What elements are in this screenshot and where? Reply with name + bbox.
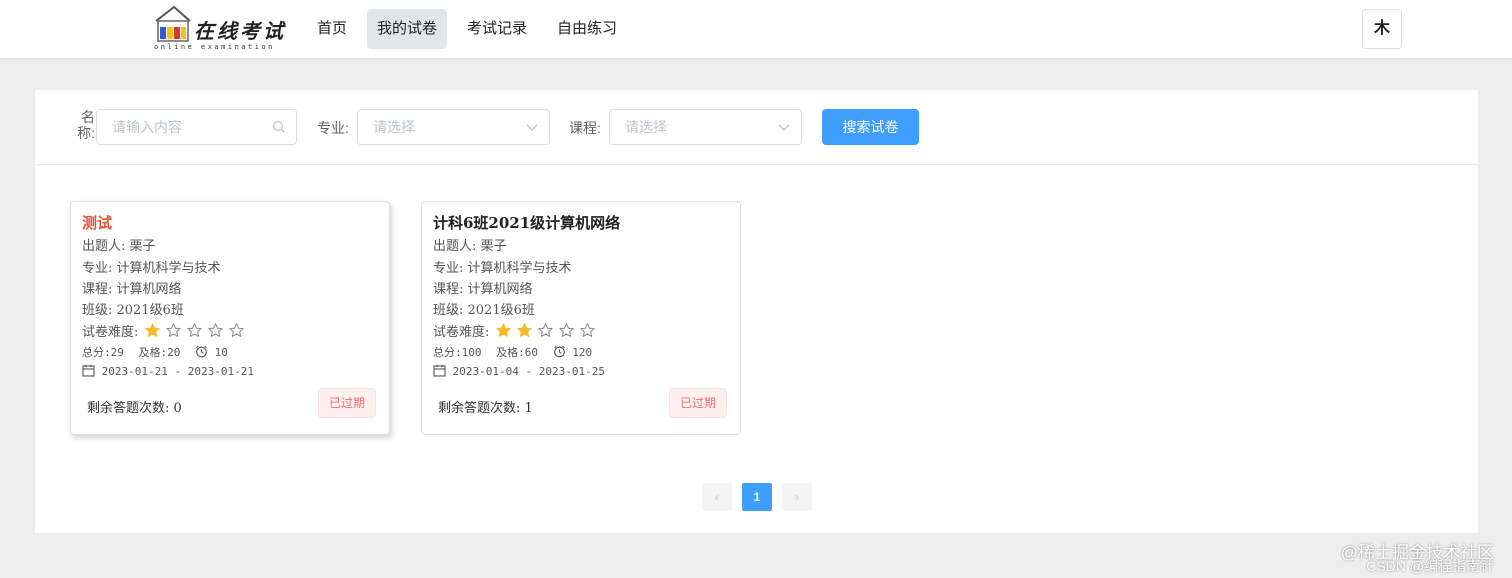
paper-card[interactable]: 测试 出题人: 栗子 专业: 计算机科学与技术 课程: 计算机网络 班级: 20… xyxy=(70,201,390,435)
main-panel: 名称: 请输入内容 专业: 请选择 课程: 请选择 搜索试卷 测试 出题人: 栗… xyxy=(35,90,1478,533)
paper-title[interactable]: 计科6班2021级计算机网络 xyxy=(433,212,620,233)
paper-class: 班级: 2021级6班 xyxy=(82,303,184,318)
nav-exam-records[interactable]: 考试记录 xyxy=(457,9,537,49)
paper-date-range: 2023-01-04 - 2023-01-25 xyxy=(433,364,605,378)
logo-subtitle: online examination xyxy=(154,43,275,51)
alarm-clock-icon xyxy=(196,345,207,358)
name-placeholder: 请输入内容 xyxy=(112,119,182,135)
logo-title: 在线考试 xyxy=(194,19,286,43)
paper-course: 课程: 计算机网络 xyxy=(82,282,182,297)
star-filled-icon xyxy=(144,323,160,337)
paper-course: 课程: 计算机网络 xyxy=(433,282,533,297)
name-label: 名称: xyxy=(77,109,95,141)
star-outline-icon xyxy=(228,323,244,337)
main-nav: 首页 我的试卷 考试记录 自由练习 xyxy=(307,9,637,49)
watermark-line2: CSDN @编程指南针 xyxy=(1366,558,1494,574)
paper-difficulty: 试卷难度: xyxy=(82,321,250,340)
calendar-icon xyxy=(433,364,446,377)
pass-score: 及格:20 xyxy=(138,346,181,359)
major-select[interactable]: 请选择 xyxy=(357,109,550,145)
nav-home[interactable]: 首页 xyxy=(307,9,357,49)
star-outline-icon xyxy=(207,323,223,337)
logo-house-icon xyxy=(155,5,191,42)
status-badge: 已过期 xyxy=(669,388,727,418)
site-logo[interactable]: 在线考试 online examination xyxy=(152,5,297,53)
next-page-button[interactable]: › xyxy=(782,483,812,511)
prev-page-button[interactable]: ‹ xyxy=(702,483,732,511)
paper-score-info: 总分:29 及格:20 10 xyxy=(82,344,228,360)
star-outline-icon xyxy=(186,323,202,337)
difficulty-label: 试卷难度: xyxy=(433,325,490,340)
major-placeholder: 请选择 xyxy=(373,119,415,135)
remaining-attempts: 剩余答题次数: 1 xyxy=(438,401,533,416)
paper-author: 出题人: 栗子 xyxy=(433,239,507,254)
chevron-down-icon xyxy=(526,124,538,131)
alarm-clock-icon xyxy=(553,345,565,358)
page-number-1[interactable]: 1 xyxy=(742,483,772,511)
star-outline-icon xyxy=(165,323,181,337)
major-label: 专业: xyxy=(317,120,349,136)
paper-date-range: 2023-01-21 - 2023-01-21 xyxy=(82,364,254,378)
difficulty-rating xyxy=(144,323,250,338)
star-outline-icon xyxy=(558,323,574,337)
pass-score: 及格:60 xyxy=(496,346,538,359)
paper-major: 专业: 计算机科学与技术 xyxy=(82,261,221,276)
user-avatar[interactable]: 木 xyxy=(1362,9,1402,49)
nav-my-papers[interactable]: 我的试卷 xyxy=(367,9,448,49)
paper-score-info: 总分:100 及格:60 120 xyxy=(433,344,592,360)
duration: 10 xyxy=(214,346,228,359)
top-header: 在线考试 online examination 首页 我的试卷 考试记录 自由练… xyxy=(0,0,1512,58)
duration: 120 xyxy=(572,346,593,359)
course-label: 课程: xyxy=(569,120,601,136)
star-outline-icon xyxy=(537,323,553,337)
course-placeholder: 请选择 xyxy=(625,119,667,135)
paper-major: 专业: 计算机科学与技术 xyxy=(433,261,572,276)
paper-author: 出题人: 栗子 xyxy=(82,239,156,254)
name-search-input[interactable]: 请输入内容 xyxy=(96,109,297,145)
paper-title[interactable]: 测试 xyxy=(82,212,112,233)
star-filled-icon xyxy=(495,323,511,337)
search-icon xyxy=(272,120,285,133)
date-range: 2023-01-21 - 2023-01-21 xyxy=(101,365,254,378)
remaining-attempts: 剩余答题次数: 0 xyxy=(87,401,182,416)
status-badge: 已过期 xyxy=(318,388,376,418)
paper-card[interactable]: 计科6班2021级计算机网络 出题人: 栗子 专业: 计算机科学与技术 课程: … xyxy=(421,201,741,435)
star-filled-icon xyxy=(516,323,532,337)
calendar-icon xyxy=(82,364,95,377)
course-select[interactable]: 请选择 xyxy=(609,109,802,145)
paper-class: 班级: 2021级6班 xyxy=(433,303,535,318)
total-score: 总分:29 xyxy=(82,346,124,359)
chevron-down-icon xyxy=(778,124,790,131)
search-papers-button[interactable]: 搜索试卷 xyxy=(822,109,919,145)
total-score: 总分:100 xyxy=(433,346,482,359)
paper-difficulty: 试卷难度: xyxy=(433,321,601,340)
difficulty-label: 试卷难度: xyxy=(82,325,139,340)
search-bar: 名称: 请输入内容 专业: 请选择 课程: 请选择 搜索试卷 xyxy=(35,90,1478,165)
nav-free-practice[interactable]: 自由练习 xyxy=(547,9,627,49)
difficulty-rating xyxy=(495,323,601,338)
star-outline-icon xyxy=(579,323,595,337)
date-range: 2023-01-04 - 2023-01-25 xyxy=(452,365,605,378)
